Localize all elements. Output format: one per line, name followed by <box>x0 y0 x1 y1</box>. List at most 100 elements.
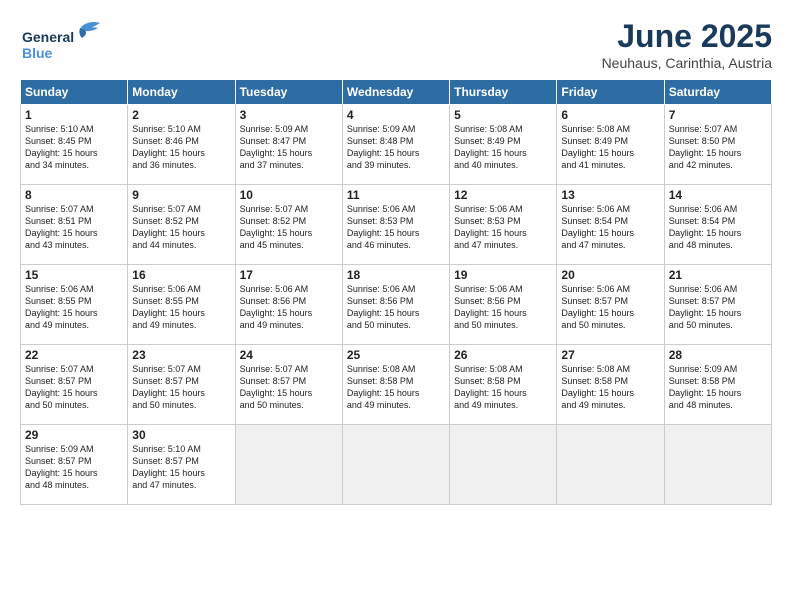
calendar-cell: 22Sunrise: 5:07 AM Sunset: 8:57 PM Dayli… <box>21 345 128 425</box>
calendar-cell: 24Sunrise: 5:07 AM Sunset: 8:57 PM Dayli… <box>235 345 342 425</box>
location: Neuhaus, Carinthia, Austria <box>602 55 772 71</box>
day-number: 11 <box>347 188 445 202</box>
weekday-header-friday: Friday <box>557 80 664 105</box>
day-info: Sunrise: 5:09 AM Sunset: 8:58 PM Dayligh… <box>669 363 767 412</box>
logo: General Blue <box>20 18 110 63</box>
day-info: Sunrise: 5:10 AM Sunset: 8:45 PM Dayligh… <box>25 123 123 172</box>
weekday-header-sunday: Sunday <box>21 80 128 105</box>
day-info: Sunrise: 5:06 AM Sunset: 8:53 PM Dayligh… <box>347 203 445 252</box>
day-number: 5 <box>454 108 552 122</box>
calendar-cell <box>342 425 449 505</box>
day-info: Sunrise: 5:06 AM Sunset: 8:54 PM Dayligh… <box>669 203 767 252</box>
calendar-cell: 28Sunrise: 5:09 AM Sunset: 8:58 PM Dayli… <box>664 345 771 425</box>
day-number: 18 <box>347 268 445 282</box>
calendar-cell: 14Sunrise: 5:06 AM Sunset: 8:54 PM Dayli… <box>664 185 771 265</box>
day-number: 2 <box>132 108 230 122</box>
day-number: 14 <box>669 188 767 202</box>
calendar-cell <box>557 425 664 505</box>
calendar-cell: 2Sunrise: 5:10 AM Sunset: 8:46 PM Daylig… <box>128 105 235 185</box>
calendar-cell: 21Sunrise: 5:06 AM Sunset: 8:57 PM Dayli… <box>664 265 771 345</box>
day-info: Sunrise: 5:09 AM Sunset: 8:47 PM Dayligh… <box>240 123 338 172</box>
weekday-header-thursday: Thursday <box>450 80 557 105</box>
weekday-header-monday: Monday <box>128 80 235 105</box>
logo-icon: General Blue <box>20 18 110 63</box>
day-number: 13 <box>561 188 659 202</box>
day-info: Sunrise: 5:07 AM Sunset: 8:57 PM Dayligh… <box>132 363 230 412</box>
day-number: 27 <box>561 348 659 362</box>
day-number: 15 <box>25 268 123 282</box>
day-info: Sunrise: 5:08 AM Sunset: 8:58 PM Dayligh… <box>561 363 659 412</box>
calendar-cell: 5Sunrise: 5:08 AM Sunset: 8:49 PM Daylig… <box>450 105 557 185</box>
day-info: Sunrise: 5:07 AM Sunset: 8:52 PM Dayligh… <box>132 203 230 252</box>
day-number: 30 <box>132 428 230 442</box>
calendar-cell <box>664 425 771 505</box>
week-row-4: 22Sunrise: 5:07 AM Sunset: 8:57 PM Dayli… <box>21 345 772 425</box>
day-info: Sunrise: 5:07 AM Sunset: 8:52 PM Dayligh… <box>240 203 338 252</box>
day-info: Sunrise: 5:10 AM Sunset: 8:46 PM Dayligh… <box>132 123 230 172</box>
day-number: 8 <box>25 188 123 202</box>
day-info: Sunrise: 5:10 AM Sunset: 8:57 PM Dayligh… <box>132 443 230 492</box>
day-info: Sunrise: 5:07 AM Sunset: 8:50 PM Dayligh… <box>669 123 767 172</box>
day-info: Sunrise: 5:07 AM Sunset: 8:57 PM Dayligh… <box>25 363 123 412</box>
day-info: Sunrise: 5:06 AM Sunset: 8:56 PM Dayligh… <box>240 283 338 332</box>
calendar-cell: 11Sunrise: 5:06 AM Sunset: 8:53 PM Dayli… <box>342 185 449 265</box>
day-number: 19 <box>454 268 552 282</box>
header: General Blue June 2025 Neuhaus, Carinthi… <box>20 18 772 71</box>
day-number: 12 <box>454 188 552 202</box>
day-info: Sunrise: 5:06 AM Sunset: 8:56 PM Dayligh… <box>454 283 552 332</box>
day-number: 7 <box>669 108 767 122</box>
calendar-table: SundayMondayTuesdayWednesdayThursdayFrid… <box>20 79 772 505</box>
calendar-cell: 15Sunrise: 5:06 AM Sunset: 8:55 PM Dayli… <box>21 265 128 345</box>
calendar-cell: 9Sunrise: 5:07 AM Sunset: 8:52 PM Daylig… <box>128 185 235 265</box>
day-number: 16 <box>132 268 230 282</box>
day-info: Sunrise: 5:08 AM Sunset: 8:58 PM Dayligh… <box>347 363 445 412</box>
day-number: 10 <box>240 188 338 202</box>
day-number: 3 <box>240 108 338 122</box>
weekday-header-row: SundayMondayTuesdayWednesdayThursdayFrid… <box>21 80 772 105</box>
calendar-cell: 3Sunrise: 5:09 AM Sunset: 8:47 PM Daylig… <box>235 105 342 185</box>
svg-text:General: General <box>22 29 74 45</box>
day-number: 23 <box>132 348 230 362</box>
month-title: June 2025 <box>602 18 772 55</box>
day-number: 1 <box>25 108 123 122</box>
calendar-cell: 4Sunrise: 5:09 AM Sunset: 8:48 PM Daylig… <box>342 105 449 185</box>
calendar-cell: 6Sunrise: 5:08 AM Sunset: 8:49 PM Daylig… <box>557 105 664 185</box>
day-info: Sunrise: 5:08 AM Sunset: 8:49 PM Dayligh… <box>454 123 552 172</box>
day-number: 28 <box>669 348 767 362</box>
calendar-cell: 12Sunrise: 5:06 AM Sunset: 8:53 PM Dayli… <box>450 185 557 265</box>
day-number: 26 <box>454 348 552 362</box>
calendar-cell: 27Sunrise: 5:08 AM Sunset: 8:58 PM Dayli… <box>557 345 664 425</box>
calendar-cell: 10Sunrise: 5:07 AM Sunset: 8:52 PM Dayli… <box>235 185 342 265</box>
day-info: Sunrise: 5:08 AM Sunset: 8:58 PM Dayligh… <box>454 363 552 412</box>
weekday-header-tuesday: Tuesday <box>235 80 342 105</box>
calendar-cell: 16Sunrise: 5:06 AM Sunset: 8:55 PM Dayli… <box>128 265 235 345</box>
calendar-cell <box>235 425 342 505</box>
calendar-cell: 17Sunrise: 5:06 AM Sunset: 8:56 PM Dayli… <box>235 265 342 345</box>
weekday-header-saturday: Saturday <box>664 80 771 105</box>
week-row-2: 8Sunrise: 5:07 AM Sunset: 8:51 PM Daylig… <box>21 185 772 265</box>
day-info: Sunrise: 5:06 AM Sunset: 8:56 PM Dayligh… <box>347 283 445 332</box>
week-row-5: 29Sunrise: 5:09 AM Sunset: 8:57 PM Dayli… <box>21 425 772 505</box>
day-number: 25 <box>347 348 445 362</box>
day-info: Sunrise: 5:09 AM Sunset: 8:48 PM Dayligh… <box>347 123 445 172</box>
day-number: 29 <box>25 428 123 442</box>
calendar-cell: 20Sunrise: 5:06 AM Sunset: 8:57 PM Dayli… <box>557 265 664 345</box>
day-info: Sunrise: 5:06 AM Sunset: 8:53 PM Dayligh… <box>454 203 552 252</box>
day-number: 22 <box>25 348 123 362</box>
day-number: 24 <box>240 348 338 362</box>
day-info: Sunrise: 5:08 AM Sunset: 8:49 PM Dayligh… <box>561 123 659 172</box>
calendar-cell: 23Sunrise: 5:07 AM Sunset: 8:57 PM Dayli… <box>128 345 235 425</box>
calendar-cell: 18Sunrise: 5:06 AM Sunset: 8:56 PM Dayli… <box>342 265 449 345</box>
day-info: Sunrise: 5:07 AM Sunset: 8:57 PM Dayligh… <box>240 363 338 412</box>
day-number: 6 <box>561 108 659 122</box>
calendar-cell: 13Sunrise: 5:06 AM Sunset: 8:54 PM Dayli… <box>557 185 664 265</box>
day-number: 17 <box>240 268 338 282</box>
calendar-cell: 7Sunrise: 5:07 AM Sunset: 8:50 PM Daylig… <box>664 105 771 185</box>
calendar-cell: 25Sunrise: 5:08 AM Sunset: 8:58 PM Dayli… <box>342 345 449 425</box>
calendar-cell: 30Sunrise: 5:10 AM Sunset: 8:57 PM Dayli… <box>128 425 235 505</box>
day-info: Sunrise: 5:06 AM Sunset: 8:55 PM Dayligh… <box>25 283 123 332</box>
page: General Blue June 2025 Neuhaus, Carinthi… <box>0 0 792 612</box>
calendar-cell: 1Sunrise: 5:10 AM Sunset: 8:45 PM Daylig… <box>21 105 128 185</box>
calendar-cell: 8Sunrise: 5:07 AM Sunset: 8:51 PM Daylig… <box>21 185 128 265</box>
title-block: June 2025 Neuhaus, Carinthia, Austria <box>602 18 772 71</box>
